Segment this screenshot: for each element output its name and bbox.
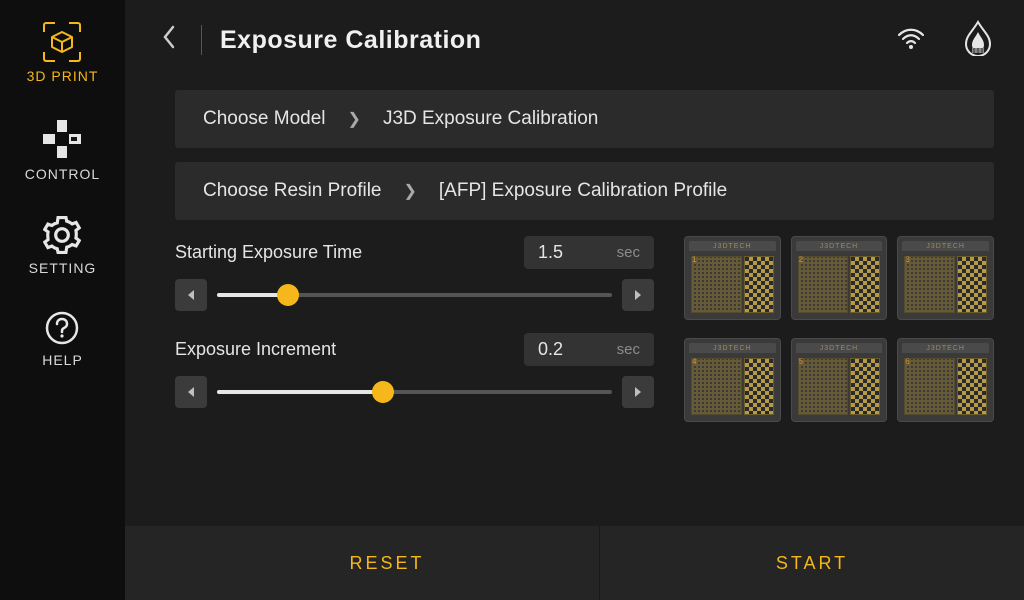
- chevron-right-icon: ❯: [348, 109, 361, 129]
- starting-exposure-value: 1.5: [538, 242, 563, 263]
- chevron-right-icon: ❯: [403, 181, 416, 201]
- main-panel: Exposure Calibration Choose Model ❯ J3D …: [125, 0, 1024, 600]
- starting-exposure-increase[interactable]: [622, 279, 654, 311]
- choose-resin-value: [AFP] Exposure Calibration Profile: [439, 180, 727, 202]
- footer: RESET START: [125, 526, 1024, 600]
- calibration-preview-grid: J3DTECH1 J3DTECH2 J3DTECH3 J3DTECH4 J3DT…: [684, 236, 994, 430]
- exposure-increment-slider[interactable]: [217, 390, 612, 394]
- starting-exposure-block: Starting Exposure Time 1.5 sec: [175, 236, 654, 311]
- exposure-increment-block: Exposure Increment 0.2 sec: [175, 333, 654, 408]
- choose-model-label: Choose Model: [203, 108, 326, 130]
- content: Choose Model ❯ J3D Exposure Calibration …: [125, 80, 1024, 526]
- wifi-icon[interactable]: [896, 26, 926, 55]
- sidebar-item-label: SETTING: [29, 260, 97, 276]
- sidebar-item-3d-print[interactable]: 3D PRINT: [27, 22, 99, 84]
- start-button[interactable]: START: [599, 526, 1024, 600]
- sidebar-item-label: HELP: [42, 352, 83, 368]
- calibration-chip: J3DTECH5: [791, 338, 888, 422]
- starting-exposure-unit: sec: [617, 244, 640, 261]
- calibration-chip: J3DTECH2: [791, 236, 888, 320]
- exposure-increment-display: 0.2 sec: [524, 333, 654, 366]
- starting-exposure-slider[interactable]: [217, 293, 612, 297]
- sidebar-item-help[interactable]: HELP: [42, 310, 83, 368]
- choose-resin-row[interactable]: Choose Resin Profile ❯ [AFP] Exposure Ca…: [175, 162, 994, 220]
- back-button[interactable]: [155, 21, 183, 60]
- calibration-chip: J3DTECH6: [897, 338, 994, 422]
- slider-thumb[interactable]: [372, 381, 394, 403]
- starting-exposure-label: Starting Exposure Time: [175, 242, 362, 263]
- sidebar-item-label: 3D PRINT: [27, 68, 99, 84]
- choose-model-value: J3D Exposure Calibration: [383, 108, 598, 130]
- starting-exposure-decrease[interactable]: [175, 279, 207, 311]
- exposure-increment-decrease[interactable]: [175, 376, 207, 408]
- starting-exposure-display: 1.5 sec: [524, 236, 654, 269]
- dpad-icon: [41, 118, 83, 160]
- choose-resin-label: Choose Resin Profile: [203, 180, 381, 202]
- page-title: Exposure Calibration: [220, 26, 481, 55]
- calibration-chip: J3DTECH3: [897, 236, 994, 320]
- choose-model-row[interactable]: Choose Model ❯ J3D Exposure Calibration: [175, 90, 994, 148]
- slider-thumb[interactable]: [277, 284, 299, 306]
- print-icon: [39, 22, 85, 62]
- sidebar-item-label: CONTROL: [25, 166, 100, 182]
- exposure-increment-unit: sec: [617, 341, 640, 358]
- sidebar-item-control[interactable]: CONTROL: [25, 118, 100, 182]
- help-icon: [44, 310, 80, 346]
- exposure-increment-label: Exposure Increment: [175, 339, 336, 360]
- divider: [201, 25, 202, 55]
- calibration-chip: J3DTECH1: [684, 236, 781, 320]
- exposure-increment-value: 0.2: [538, 339, 563, 360]
- sidebar: 3D PRINT CONTROL SETTING HELP: [0, 0, 125, 600]
- brand-logo-icon: [962, 20, 994, 61]
- reset-button[interactable]: RESET: [175, 526, 599, 600]
- exposure-increment-increase[interactable]: [622, 376, 654, 408]
- gear-icon: [43, 216, 81, 254]
- sidebar-item-setting[interactable]: SETTING: [29, 216, 97, 276]
- calibration-chip: J3DTECH4: [684, 338, 781, 422]
- header: Exposure Calibration: [125, 0, 1024, 80]
